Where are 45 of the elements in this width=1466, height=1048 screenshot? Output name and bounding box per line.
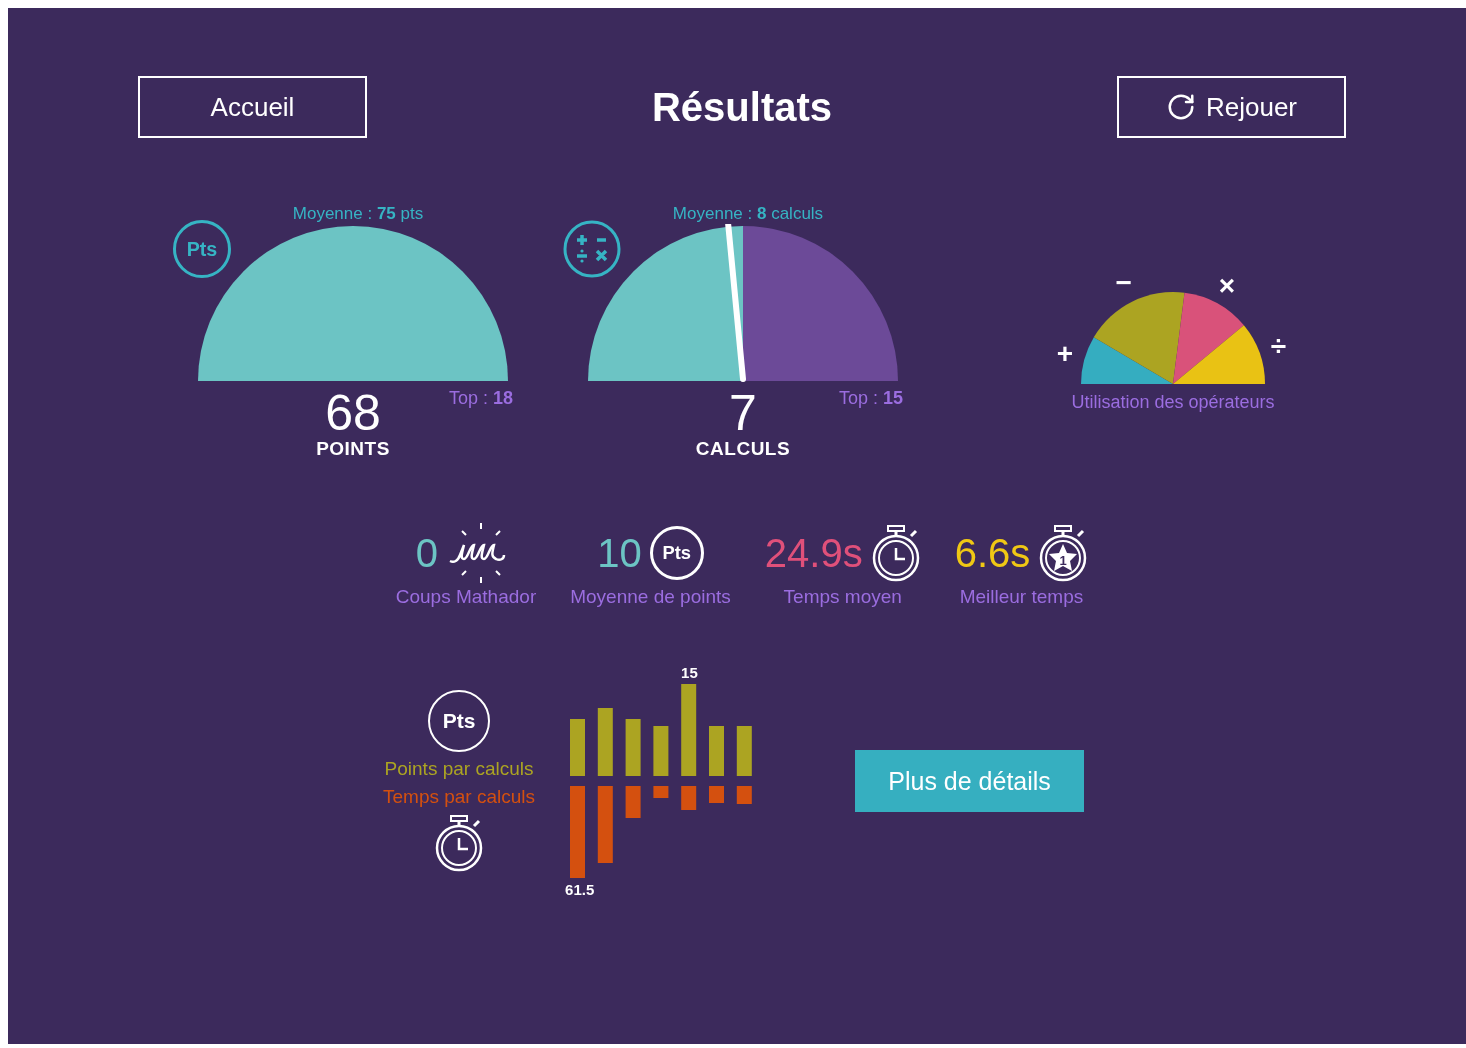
page-title: Résultats [651,84,833,130]
top-label: Top : 15 [838,388,903,410]
max-time-label: 61.5 [565,881,595,898]
operators-caption: Utilisation des opérateurs [1071,392,1275,413]
operator-symbol: + [1056,338,1074,370]
time-bar [653,786,669,798]
operator-symbol: − [1115,274,1132,299]
operator-symbol: × [1218,274,1236,301]
score-unit: CALCULS [695,438,791,460]
stat-value: 24.9s [764,530,863,576]
stat-value: 10 [597,530,642,576]
stopwatch-icon [870,524,921,582]
max-points-label: 15 [681,664,698,681]
points-bar [570,719,586,776]
score-value: 68 [324,388,382,438]
operator-symbol: ÷ [1270,330,1287,362]
points-bar [625,719,641,776]
points-badge: Pts [428,690,491,752]
time-bar [736,786,752,804]
stat-value: 0 [415,530,439,576]
stat-label: Meilleur temps [959,586,1084,608]
score-unit: POINTS [316,438,390,460]
points-bar [597,708,613,776]
replay-button[interactable]: Rejouer [1117,76,1346,138]
stat-value: 6.6s [954,530,1031,576]
time-bar [709,786,725,803]
points-bar [709,726,725,776]
operators-icon [563,220,621,278]
points-bar [653,726,669,776]
stat-label: Moyenne de points [570,586,731,608]
points-badge: Pts [649,526,704,580]
score-value: 7 [728,388,758,438]
stopwatch-icon [434,814,485,872]
stat-label: Coups Mathador [395,586,537,608]
legend-label: Temps par calculs [383,786,536,808]
average-label: Moyenne : 75 pts [292,204,424,224]
points-badge: Pts [173,220,231,278]
top-label: Top : 18 [448,388,513,410]
home-button[interactable]: Accueil [138,76,367,138]
average-label: Moyenne : 8 calculs [672,204,824,224]
stat-label: Temps moyen [783,586,902,608]
time-bar [681,786,697,810]
time-bar [625,786,641,818]
points-bar [736,726,752,776]
legend-label: Points par calculs [384,758,534,780]
